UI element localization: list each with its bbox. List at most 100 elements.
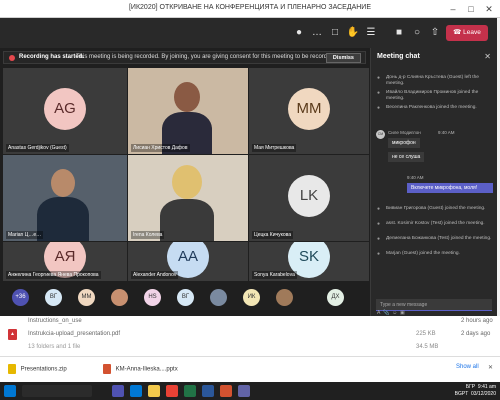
camera-off-icon[interactable]: ■ [392, 26, 406, 40]
share-screen-icon[interactable]: ⇧ [428, 26, 442, 40]
participants-list-icon[interactable]: ☰ [364, 26, 378, 40]
avatar[interactable]: ВГ [45, 289, 62, 306]
avatar[interactable]: ИК [243, 289, 260, 306]
excel-icon[interactable] [184, 385, 196, 397]
start-icon[interactable] [4, 385, 16, 397]
participant-event-icon: ● [377, 206, 381, 212]
download-item[interactable]: Presentations.zip [8, 364, 67, 377]
file-row[interactable]: ▲ Instrukcia-upload_presentation.pdf 225… [6, 329, 496, 342]
avatar: MM [288, 88, 330, 130]
clock-time[interactable]: 9:41 am [478, 384, 496, 390]
participant-event-icon: ● [377, 251, 381, 257]
participant-event-icon: ● [377, 105, 381, 111]
meeting-chat-panel: Meeting chat ✕ ● Донь д-р Слияна Кръстев… [370, 48, 497, 316]
language-indicator[interactable]: БГР [466, 384, 475, 390]
downloads-bar: Presentations.zip KM-Anna-Ilieska....ppt… [0, 356, 500, 382]
more-actions-icon[interactable]: … [310, 26, 324, 40]
maximize-icon[interactable]: □ [464, 2, 478, 16]
participant-video-tile[interactable]: Лисиан Христов Дафов [128, 68, 248, 154]
record-icon [9, 55, 15, 61]
avatar: СМ [376, 130, 385, 139]
participant-name: Анжелина Георгиева Янева Прокопова [6, 271, 101, 279]
window-title: [ИК2020] ОТКРИВАНЕ НА КОНФЕРЕНЦИЯТА И ПЛ… [128, 4, 371, 11]
close-icon[interactable]: ✕ [484, 52, 491, 61]
meeting-window: ● … □ ✋ ☰ ■ ○ ⇧ ☎ Leave Recording has st… [0, 18, 497, 316]
show-all-link[interactable]: Show all [456, 364, 479, 377]
avatar[interactable]: ВГ [177, 289, 194, 306]
edge-icon[interactable] [130, 385, 142, 397]
download-name: Presentations.zip [20, 366, 67, 373]
participants-strip: +36 ВГ MM HS ВГ ИК ДХ [0, 281, 370, 314]
language-indicator-2: BGPT [454, 391, 469, 397]
participant-event-icon: ● [377, 221, 381, 227]
participant-video-tile[interactable]: Marian Ц…е… [3, 155, 127, 241]
file-row[interactable]: Instructions_on_use 2 hours ago [6, 316, 496, 329]
system-tray: БГР 9:41 am BGPT 03/12/2020 [455, 384, 496, 398]
file-size: 225 KB [416, 331, 436, 337]
avatar[interactable]: MM [78, 289, 95, 306]
chat-icon[interactable]: □ [328, 26, 342, 40]
more-participants-badge[interactable]: +36 [12, 289, 29, 306]
folder-summary: 13 folders and 1 file 34.5 MB [6, 342, 496, 355]
participant-tile[interactable]: MM Мая Митрешкова [249, 68, 369, 154]
sender-name: Силе Модиглон [388, 130, 421, 135]
participant-tile[interactable]: АЯ Анжелина Георгиева Янева Прокопова [3, 242, 127, 281]
avatar[interactable]: ДХ [327, 289, 344, 306]
chat-event: ● Делиелана Божанкова (Test) joined the … [377, 236, 492, 242]
pptx-file-icon [103, 364, 111, 374]
file-date: 2 days ago [461, 331, 491, 337]
participant-name: Alexander Andonov [131, 271, 179, 279]
participant-name: Мая Митрешкова [252, 144, 297, 152]
folder-icon[interactable] [148, 385, 160, 397]
close-icon[interactable]: ✕ [488, 364, 493, 377]
leave-button[interactable]: ☎ Leave [446, 25, 488, 41]
teams-icon[interactable] [112, 385, 124, 397]
participant-name: Anastas Gerdjikov (Guest) [6, 144, 69, 152]
participant-video-tile[interactable]: Irena Колева [128, 155, 248, 241]
chat-title: Meeting chat [377, 53, 420, 60]
minimize-icon[interactable]: – [446, 2, 460, 16]
participant-tile[interactable]: AA Alexander Andonov [128, 242, 248, 281]
message-time: 9:40 AM [438, 130, 455, 135]
powerpoint-icon[interactable] [220, 385, 232, 397]
recording-status: Recording has started. [19, 54, 85, 60]
raise-hand-icon[interactable]: ✋ [346, 26, 360, 40]
participant-name: Marian Ц…е… [6, 231, 44, 239]
avatar[interactable]: HS [144, 289, 161, 306]
chat-event: ● asst. Kosimir Kostov (Test) joined the… [377, 221, 485, 227]
taskbar: БГР 9:41 am BGPT 03/12/2020 [0, 382, 500, 400]
participant-name: Sonya Karabelova [252, 271, 297, 279]
avatar[interactable] [111, 289, 128, 306]
zip-file-icon [8, 364, 16, 374]
recording-banner: Recording has started. This meeting is b… [3, 51, 366, 64]
participant-name: Лисиан Христов Дафов [131, 144, 190, 152]
dismiss-button[interactable]: Dismiss [325, 53, 361, 63]
mic-icon[interactable]: ○ [410, 26, 424, 40]
clock-date[interactable]: 03/12/2020 [471, 391, 496, 397]
app-icon[interactable] [238, 385, 250, 397]
participant-tile[interactable]: SK Sonya Karabelova [249, 242, 369, 281]
participant-event-icon: ● [377, 236, 381, 242]
avatar[interactable] [210, 289, 227, 306]
pdf-file-icon: ▲ [8, 329, 17, 340]
word-icon[interactable] [202, 385, 214, 397]
meeting-toolbar: ● … □ ✋ ☰ ■ ○ ⇧ ☎ Leave [0, 18, 497, 48]
message-time: 9:40 AM [407, 175, 424, 180]
chat-event: ● Бивиан Григорова (Guest) joined the me… [377, 206, 486, 212]
participants-icon[interactable]: ● [292, 26, 306, 40]
participant-tile[interactable]: LK Цецка Кичукова [249, 155, 369, 241]
file-date: 2 hours ago [461, 318, 493, 324]
chat-event: ● Веселина Ракленкова joined the meeting… [377, 105, 477, 111]
close-window-icon[interactable]: ✕ [482, 2, 496, 16]
participant-tile[interactable]: AG Anastas Gerdjikov (Guest) [3, 68, 127, 154]
chat-event: ● Marjan (Guest) joined the meeting. [377, 251, 460, 257]
search-box[interactable] [22, 385, 92, 397]
chat-event: ● Донь д-р Слияна Кръстева (Guest) left … [377, 75, 479, 86]
chrome-icon[interactable] [166, 385, 178, 397]
file-name: Instrukcia-upload_presentation.pdf [28, 331, 121, 337]
avatar[interactable] [276, 289, 293, 306]
message-bubble-outgoing: Включете микрофона, моля! [407, 183, 493, 193]
participant-event-icon: ● [377, 90, 381, 96]
phone-icon: ☎ [453, 29, 462, 36]
download-item[interactable]: KM-Anna-Ilieska....pptx [103, 364, 178, 377]
